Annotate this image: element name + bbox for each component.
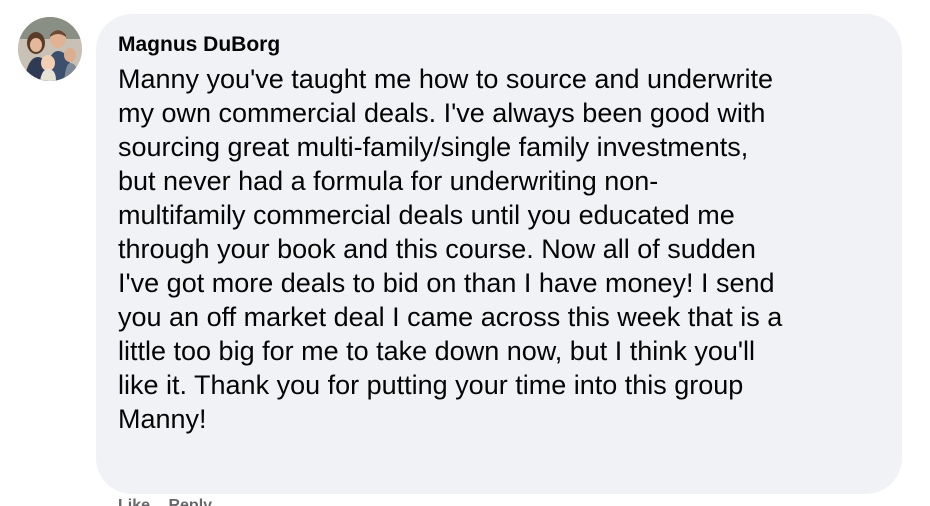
comment-bubble: Magnus DuBorg Manny you've taught me how… xyxy=(96,14,902,494)
avatar-photo-icon xyxy=(18,17,82,81)
comment-text: Manny you've taught me how to source and… xyxy=(118,64,783,434)
reply-link[interactable]: Reply xyxy=(168,497,212,506)
avatar[interactable] xyxy=(18,17,82,81)
like-link[interactable]: Like xyxy=(118,497,150,506)
comment-thread: Magnus DuBorg Manny you've taught me how… xyxy=(0,0,930,506)
comment-author[interactable]: Magnus DuBorg xyxy=(118,30,880,60)
comment-actions: Like Reply xyxy=(118,497,226,506)
